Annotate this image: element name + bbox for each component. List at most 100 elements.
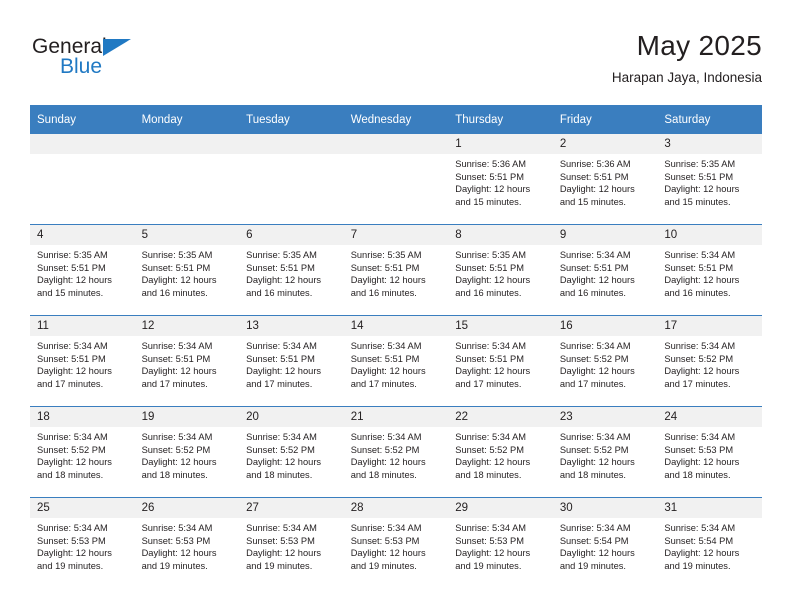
day-sun-info: Sunrise: 5:35 AM Sunset: 5:51 PM Daylight:…: [344, 245, 449, 300]
calendar-day-cell[interactable]: 6 Sunrise: 5:35 AM Sunset: 5:51 PM Daylight…: [239, 224, 344, 316]
day-number: 18: [30, 407, 135, 427]
calendar-day-cell[interactable]: 27 Sunrise: 5:34 AM Sunset: 5:53 PM Dayligh…: [239, 497, 344, 588]
calendar-week-row: 11 Sunrise: 5:34 AM Sunset: 5:51 PM Dayligh…: [30, 315, 762, 407]
calendar-day-cell-empty: [30, 134, 135, 225]
day-number: 23: [552, 407, 658, 427]
calendar-day-cell[interactable]: 15 Sunrise: 5:34 AM Sunset: 5:51 PM Dayligh…: [448, 315, 553, 407]
sunrise-text: Sunrise: 5:35 AM: [664, 159, 736, 169]
daylight-text-line1: Daylight: 12 hours: [350, 457, 426, 468]
calendar-day-cell[interactable]: 8 Sunrise: 5:35 AM Sunset: 5:51 PM Daylight…: [448, 224, 553, 316]
daylight-text-line2: and 19 minutes.: [559, 561, 626, 572]
calendar-day-cell[interactable]: 13 Sunrise: 5:34 AM Sunset: 5:51 PM Dayligh…: [239, 315, 344, 407]
daylight-text-line1: Daylight: 12 hours: [559, 548, 635, 559]
day-number: 6: [239, 225, 344, 245]
calendar-week-row: 25 Sunrise: 5:34 AM Sunset: 5:53 PM Dayligh…: [30, 497, 762, 588]
day-sun-info: Sunrise: 5:35 AM Sunset: 5:51 PM Daylight:…: [448, 245, 553, 300]
calendar-day-cell[interactable]: 21 Sunrise: 5:34 AM Sunset: 5:52 PM Dayligh…: [343, 406, 449, 498]
day-sun-info: Sunrise: 5:34 AM Sunset: 5:52 PM Daylight:…: [30, 427, 135, 482]
calendar-day-cell[interactable]: 25 Sunrise: 5:34 AM Sunset: 5:53 PM Dayligh…: [30, 497, 135, 588]
calendar-week-row: 4 Sunrise: 5:35 AM Sunset: 5:51 PM Daylight…: [30, 224, 762, 316]
calendar-day-cell[interactable]: 18 Sunrise: 5:34 AM Sunset: 5:52 PM Dayligh…: [30, 406, 135, 498]
day-number: 21: [343, 407, 449, 427]
sunset-text: Sunset: 5:54 PM: [559, 535, 629, 546]
calendar-day-cell[interactable]: 3 Sunrise: 5:35 AM Sunset: 5:51 PM Daylight…: [657, 134, 762, 225]
daylight-text-line2: and 15 minutes.: [664, 197, 731, 208]
sunset-text: Sunset: 5:51 PM: [141, 262, 211, 273]
day-sun-info: Sunrise: 5:34 AM Sunset: 5:51 PM Daylight:…: [344, 336, 449, 391]
daylight-text-line1: Daylight: 12 hours: [664, 184, 740, 195]
day-sun-info: Sunrise: 5:34 AM Sunset: 5:52 PM Daylight:…: [239, 427, 344, 482]
weekday-header-monday: Monday: [134, 105, 240, 134]
day-sun-info: Sunrise: 5:34 AM Sunset: 5:52 PM Daylight:…: [657, 336, 762, 391]
sunrise-text: Sunrise: 5:35 AM: [246, 250, 317, 260]
calendar-day-cell[interactable]: 23 Sunrise: 5:34 AM Sunset: 5:52 PM Dayligh…: [552, 406, 658, 498]
page-subtitle: Harapan Jaya, Indonesia: [611, 70, 762, 85]
day-sun-info: Sunrise: 5:34 AM Sunset: 5:53 PM Daylight:…: [657, 427, 762, 482]
calendar-day-cell[interactable]: 1 Sunrise: 5:36 AM Sunset: 5:51 PM Daylight…: [448, 134, 553, 225]
daylight-text-line1: Daylight: 12 hours: [664, 366, 740, 377]
calendar-day-cell[interactable]: 19 Sunrise: 5:34 AM Sunset: 5:52 PM Dayligh…: [134, 406, 240, 498]
calendar-day-cell[interactable]: 20 Sunrise: 5:34 AM Sunset: 5:52 PM Dayligh…: [239, 406, 344, 498]
sunrise-text: Sunrise: 5:34 AM: [350, 432, 422, 442]
calendar-day-cell[interactable]: 30 Sunrise: 5:34 AM Sunset: 5:54 PM Dayligh…: [552, 497, 658, 588]
daylight-text-line2: and 18 minutes.: [350, 470, 417, 481]
sunrise-text: Sunrise: 5:34 AM: [664, 250, 736, 260]
day-sun-info: Sunrise: 5:34 AM Sunset: 5:51 PM Daylight:…: [239, 336, 344, 391]
sunrise-text: Sunrise: 5:36 AM: [455, 159, 527, 169]
daylight-text-line2: and 18 minutes.: [664, 470, 731, 481]
calendar-day-cell[interactable]: 10 Sunrise: 5:34 AM Sunset: 5:51 PM Dayligh…: [657, 224, 762, 316]
calendar-day-cell[interactable]: 9 Sunrise: 5:34 AM Sunset: 5:51 PM Daylight…: [552, 224, 658, 316]
sunset-text: Sunset: 5:51 PM: [664, 262, 734, 273]
weekday-header-wednesday: Wednesday: [343, 105, 449, 134]
calendar-day-cell[interactable]: 26 Sunrise: 5:34 AM Sunset: 5:53 PM Dayligh…: [134, 497, 240, 588]
daylight-text-line1: Daylight: 12 hours: [455, 184, 531, 195]
calendar-page: General Blue May 2025 Harapan Jaya, Indo…: [0, 0, 792, 612]
calendar-day-cell[interactable]: 5 Sunrise: 5:35 AM Sunset: 5:51 PM Daylight…: [134, 224, 240, 316]
calendar-week-row: 18 Sunrise: 5:34 AM Sunset: 5:52 PM Dayligh…: [30, 406, 762, 498]
calendar-day-cell[interactable]: 22 Sunrise: 5:34 AM Sunset: 5:52 PM Dayligh…: [448, 406, 553, 498]
sunset-text: Sunset: 5:51 PM: [37, 262, 106, 273]
day-number: 8: [448, 225, 553, 245]
daylight-text-line1: Daylight: 12 hours: [141, 457, 217, 468]
calendar-day-cell[interactable]: 28 Sunrise: 5:34 AM Sunset: 5:53 PM Dayligh…: [343, 497, 449, 588]
calendar-day-cell[interactable]: 14 Sunrise: 5:34 AM Sunset: 5:51 PM Dayligh…: [343, 315, 449, 407]
calendar-day-cell[interactable]: 12 Sunrise: 5:34 AM Sunset: 5:51 PM Dayligh…: [134, 315, 240, 407]
calendar-day-cell[interactable]: 17 Sunrise: 5:34 AM Sunset: 5:52 PM Dayligh…: [657, 315, 762, 407]
sunrise-text: Sunrise: 5:34 AM: [141, 341, 213, 351]
day-sun-info: Sunrise: 5:34 AM Sunset: 5:53 PM Daylight:…: [239, 518, 344, 573]
calendar-day-cell[interactable]: 2 Sunrise: 5:36 AM Sunset: 5:51 PM Daylight…: [552, 134, 658, 225]
sunrise-text: Sunrise: 5:34 AM: [246, 523, 317, 533]
day-number: 5: [134, 225, 240, 245]
day-sun-info: Sunrise: 5:35 AM Sunset: 5:51 PM Daylight:…: [239, 245, 344, 300]
daylight-text-line2: and 19 minutes.: [664, 561, 731, 572]
day-number: 20: [239, 407, 344, 427]
calendar-day-cell[interactable]: 16 Sunrise: 5:34 AM Sunset: 5:52 PM Dayligh…: [552, 315, 658, 407]
calendar-day-cell[interactable]: 7 Sunrise: 5:35 AM Sunset: 5:51 PM Daylight…: [343, 224, 449, 316]
calendar-day-cell[interactable]: 11 Sunrise: 5:34 AM Sunset: 5:51 PM Dayligh…: [30, 315, 135, 407]
daylight-text-line1: Daylight: 12 hours: [664, 457, 740, 468]
sunrise-text: Sunrise: 5:34 AM: [37, 523, 108, 533]
daylight-text-line2: and 18 minutes.: [246, 470, 313, 481]
day-number: [134, 134, 240, 154]
day-number: 30: [552, 498, 658, 518]
sunrise-text: Sunrise: 5:34 AM: [559, 250, 631, 260]
daylight-text-line2: and 19 minutes.: [246, 561, 313, 572]
day-number: 7: [343, 225, 449, 245]
day-number: 14: [343, 316, 449, 336]
daylight-text-line2: and 19 minutes.: [37, 561, 104, 572]
day-number: 24: [657, 407, 762, 427]
daylight-text-line2: and 18 minutes.: [141, 470, 208, 481]
day-number: 11: [30, 316, 135, 336]
sunrise-text: Sunrise: 5:34 AM: [141, 432, 213, 442]
day-sun-info: Sunrise: 5:35 AM Sunset: 5:51 PM Daylight:…: [657, 154, 762, 209]
calendar-day-cell[interactable]: 24 Sunrise: 5:34 AM Sunset: 5:53 PM Dayligh…: [657, 406, 762, 498]
day-number: [30, 134, 135, 154]
daylight-text-line1: Daylight: 12 hours: [664, 548, 740, 559]
daylight-text-line1: Daylight: 12 hours: [350, 275, 426, 286]
calendar-day-cell[interactable]: 4 Sunrise: 5:35 AM Sunset: 5:51 PM Daylight…: [30, 224, 135, 316]
daylight-text-line2: and 18 minutes.: [559, 470, 626, 481]
daylight-text-line1: Daylight: 12 hours: [559, 366, 635, 377]
logo-text-blue: Blue: [60, 55, 103, 78]
calendar-day-cell[interactable]: 31 Sunrise: 5:34 AM Sunset: 5:54 PM Dayligh…: [657, 497, 762, 588]
calendar-day-cell[interactable]: 29 Sunrise: 5:34 AM Sunset: 5:53 PM Dayligh…: [448, 497, 553, 588]
